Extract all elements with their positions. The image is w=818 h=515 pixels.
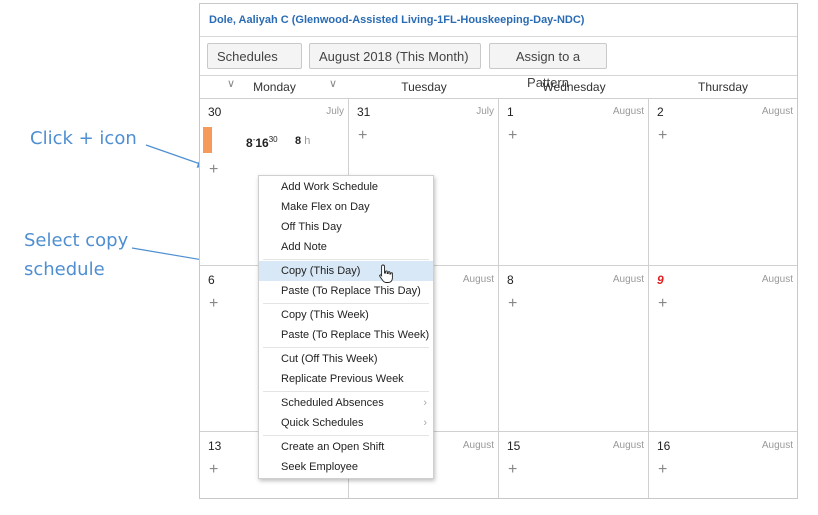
add-plus-icon[interactable]: + [508,462,517,478]
day-number: 30 [208,105,222,119]
menu-item-replicate-previous-week[interactable]: Replicate Previous Week [259,369,433,389]
menu-item-scheduled-absences[interactable]: Scheduled Absences › [259,393,433,413]
day-month: July [476,106,494,117]
menu-item-add-note[interactable]: Add Note [259,237,433,257]
chevron-right-icon: › [423,417,427,429]
menu-item-quick-schedules[interactable]: Quick Schedules › [259,413,433,433]
hand-cursor-icon [379,264,393,283]
day-cell[interactable]: 15 August + [499,432,649,498]
day-month: August [462,274,494,285]
menu-separator [263,259,429,260]
day-month: August [761,106,793,117]
day-cell[interactable]: 2 August + [649,98,797,266]
toolbar: Schedules∨ August 2018 (This Month)∨ Ass… [200,37,797,90]
shift-end-minutes: 30 [268,135,278,144]
day-number: 15 [507,439,521,453]
menu-item-seek-employee[interactable]: Seek Employee [259,457,433,477]
employee-name-link[interactable]: Dole, Aaliyah C (Glenwood-Assisted Livin… [209,14,584,26]
add-plus-icon[interactable]: + [209,296,218,312]
day-number: 13 [208,439,222,453]
annotation-select-copy: Select copy schedule [24,226,164,284]
employee-header: Dole, Aaliyah C (Glenwood-Assisted Livin… [200,4,797,37]
annotation-select-copy-line2: schedule [24,259,105,280]
schedules-dropdown[interactable]: Schedules∨ [207,43,302,90]
menu-item-cut-this-week[interactable]: Cut (Off This Week) [259,349,433,369]
add-plus-icon[interactable]: + [358,128,367,144]
day-cell[interactable]: 8 August + [499,266,649,432]
menu-separator [263,347,429,348]
day-cell[interactable]: 16 August + [649,432,797,498]
day-cell[interactable]: 1 August + [499,98,649,266]
menu-separator [263,391,429,392]
add-plus-icon[interactable]: + [658,462,667,478]
menu-item-copy-this-day[interactable]: Copy (This Day) [259,261,433,281]
dayhead-wednesday: Wednesday [499,75,649,99]
arrow-to-plus-icon [145,144,208,168]
menu-item-off-this-day[interactable]: Off This Day [259,217,433,237]
day-month: August [761,274,793,285]
day-number: 6 [208,273,215,287]
day-number: 9 [657,273,664,287]
menu-item-paste-this-week[interactable]: Paste (To Replace This Week) [259,325,433,345]
month-dropdown[interactable]: August 2018 (This Month)∨ [309,43,481,90]
menu-item-copy-this-week[interactable]: Copy (This Week) [259,305,433,325]
day-month: August [612,440,644,451]
menu-item-make-flex[interactable]: Make Flex on Day [259,197,433,217]
annotation-select-copy-line1: Select copy [24,230,129,251]
day-number: 1 [507,105,514,119]
menu-separator [263,303,429,304]
day-number: 2 [657,105,664,119]
day-month: August [462,440,494,451]
dayhead-monday: Monday [200,75,349,99]
day-month: July [326,106,344,117]
menu-separator [263,435,429,436]
schedules-dropdown-label: Schedules [217,49,278,64]
shift-color-bar[interactable] [203,127,212,153]
month-dropdown-label: August 2018 (This Month) [319,49,469,64]
dayhead-thursday: Thursday [649,75,797,99]
menu-item-label: Quick Schedules [281,417,364,429]
menu-item-add-work-schedule[interactable]: Add Work Schedule [259,177,433,197]
dayhead-tuesday: Tuesday [349,75,499,99]
assign-pattern-button[interactable]: Assign to a Pattern [489,43,607,90]
shift-hours-value: 8 [295,135,302,147]
day-number: 16 [657,439,671,453]
add-plus-icon[interactable]: + [508,296,517,312]
day-cell[interactable]: 9 August + [649,266,797,432]
shift-start: 8 [246,136,253,150]
shift-end: 16 [255,136,269,150]
day-month: August [612,274,644,285]
menu-item-create-open-shift[interactable]: Create an Open Shift [259,437,433,457]
add-plus-icon[interactable]: + [209,162,218,178]
add-plus-icon[interactable]: + [658,128,667,144]
day-month: August [612,106,644,117]
add-plus-icon[interactable]: + [209,462,218,478]
chevron-right-icon: › [423,397,427,409]
context-menu: Add Work Schedule Make Flex on Day Off T… [258,175,434,479]
day-month: August [761,440,793,451]
shift-hours: 8 h [295,135,310,147]
shift-hours-unit: h [304,135,311,147]
day-number: 31 [357,105,371,119]
annotation-click-plus: Click + icon [30,128,137,149]
menu-item-label: Scheduled Absences [281,397,384,409]
shift-time[interactable]: 8-1630 [246,135,278,150]
add-plus-icon[interactable]: + [658,296,667,312]
add-plus-icon[interactable]: + [508,128,517,144]
day-number: 8 [507,273,514,287]
menu-item-paste-this-day[interactable]: Paste (To Replace This Day) [259,281,433,301]
